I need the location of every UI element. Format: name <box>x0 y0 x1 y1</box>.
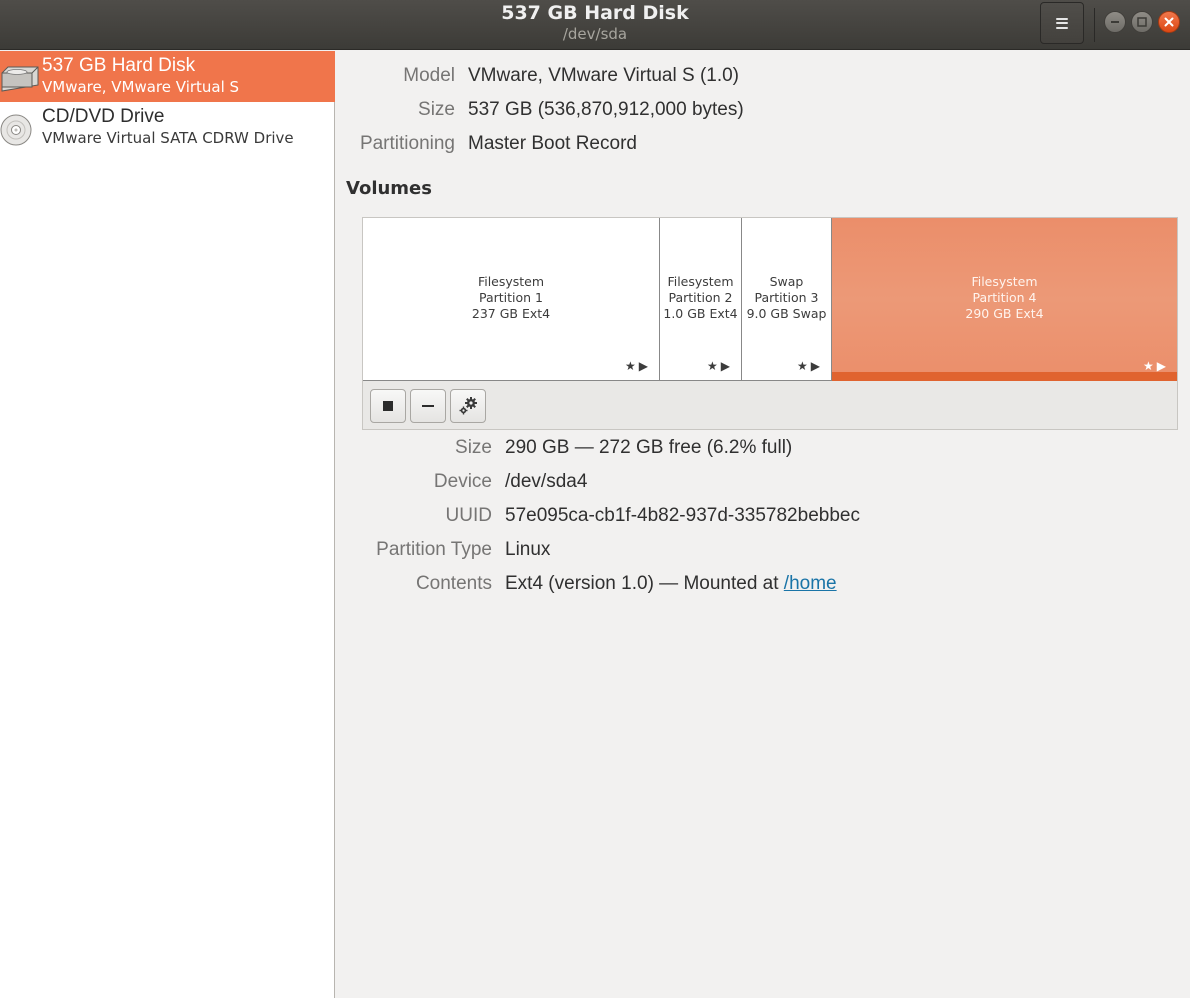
contents-value: Ext4 (version 1.0) — Mounted at /home <box>505 573 837 595</box>
partitioning-label: Partitioning <box>359 133 455 154</box>
contents-label: Contents <box>415 573 492 594</box>
partition-size: 237 GB Ext4 <box>471 306 551 321</box>
delete-partition-button[interactable] <box>410 389 446 423</box>
partition-type: Filesystem <box>971 274 1038 289</box>
partition-number: Partition 3 <box>754 290 819 305</box>
partition-2[interactable]: Filesystem Partition 2 1.0 GB Ext4 ★▶ <box>660 218 742 381</box>
disk-detail-panel: Model VMware, VMware Virtual S (1.0) Siz… <box>336 51 1190 998</box>
uuid-value: 57e095ca-cb1f-4b82-937d-335782bebbec <box>505 505 860 526</box>
volumes-grid: Filesystem Partition 1 237 GB Ext4 ★▶ Fi… <box>362 217 1178 430</box>
mount-point-link[interactable]: /home <box>784 573 837 594</box>
partition-number: Partition 1 <box>478 290 544 305</box>
partition-bar: Filesystem Partition 1 237 GB Ext4 ★▶ Fi… <box>363 218 1177 381</box>
stop-button[interactable] <box>370 389 406 423</box>
more-actions-button[interactable] <box>450 389 486 423</box>
star-play-icon: ★▶ <box>625 359 651 373</box>
hamburger-icon <box>1056 17 1068 29</box>
partition-label: Filesystem Partition 4 290 GB Ext4 <box>832 274 1177 322</box>
partition-label: Filesystem Partition 1 237 GB Ext4 <box>363 274 659 322</box>
partition-size-label: Size <box>455 437 492 458</box>
gears-icon <box>459 397 477 415</box>
partition-type-label: Partition Type <box>376 539 492 560</box>
drive-name: CD/DVD Drive <box>42 106 165 127</box>
star-play-icon: ★▶ <box>1143 359 1169 373</box>
minus-icon <box>422 405 434 407</box>
maximize-button[interactable] <box>1131 11 1153 33</box>
partition-type-value: Linux <box>505 539 551 560</box>
partition-label: Filesystem Partition 2 1.0 GB Ext4 <box>660 274 741 322</box>
optical-drive-icon <box>0 114 32 146</box>
sidebar-item-hard-disk[interactable]: 537 GB Hard Disk VMware, VMware Virtual … <box>0 51 335 102</box>
maximize-icon <box>1137 17 1147 27</box>
star-play-icon: ★▶ <box>797 359 823 373</box>
device-label: Device <box>433 471 492 492</box>
size-label: Size <box>418 99 455 120</box>
minimize-button[interactable] <box>1104 11 1126 33</box>
minimize-icon <box>1111 21 1119 23</box>
close-button[interactable] <box>1158 11 1180 33</box>
window-title: 537 GB Hard Disk <box>501 2 689 24</box>
star-play-icon: ★▶ <box>707 359 733 373</box>
partition-size-value: 290 GB — 272 GB free (6.2% full) <box>505 437 793 458</box>
drive-description: VMware, VMware Virtual S <box>42 78 240 96</box>
model-label: Model <box>403 65 455 86</box>
stop-icon <box>383 401 393 411</box>
header-separator <box>1094 8 1095 42</box>
partition-size: 290 GB Ext4 <box>965 306 1044 321</box>
hard-disk-icon <box>1 66 39 92</box>
window-subtitle: /dev/sda <box>562 25 628 43</box>
partition-type: Filesystem <box>477 274 545 289</box>
partition-number: Partition 2 <box>668 290 733 305</box>
partition-number: Partition 4 <box>972 290 1037 305</box>
partition-label: Swap Partition 3 9.0 GB Swap <box>742 274 831 322</box>
menu-button[interactable] <box>1040 2 1084 44</box>
usage-bar <box>832 372 1177 381</box>
header-bar: 537 GB Hard Disk /dev/sda <box>0 0 1190 50</box>
uuid-label: UUID <box>445 505 492 526</box>
drive-sidebar: 537 GB Hard Disk VMware, VMware Virtual … <box>0 51 335 998</box>
size-value: 537 GB (536,870,912,000 bytes) <box>468 99 744 120</box>
device-value: /dev/sda4 <box>505 471 588 492</box>
model-value: VMware, VMware Virtual S (1.0) <box>468 65 740 86</box>
sidebar-item-optical-drive[interactable]: CD/DVD Drive VMware Virtual SATA CDRW Dr… <box>0 102 335 153</box>
contents-text: Ext4 (version 1.0) — Mounted at <box>505 573 784 594</box>
partition-type: Filesystem <box>667 274 734 289</box>
drive-name: 537 GB Hard Disk <box>42 55 196 76</box>
partition-1[interactable]: Filesystem Partition 1 237 GB Ext4 ★▶ <box>363 218 660 381</box>
partition-3[interactable]: Swap Partition 3 9.0 GB Swap ★▶ <box>742 218 832 381</box>
partition-size: 9.0 GB Swap <box>746 306 827 321</box>
partition-4[interactable]: Filesystem Partition 4 290 GB Ext4 ★▶ <box>832 218 1177 381</box>
partitioning-value: Master Boot Record <box>468 133 637 154</box>
volume-toolbar <box>370 389 486 423</box>
drive-description: VMware Virtual SATA CDRW Drive <box>42 129 294 147</box>
partition-size: 1.0 GB Ext4 <box>663 306 738 321</box>
volumes-heading: Volumes <box>346 178 432 199</box>
partition-type: Swap <box>769 274 804 289</box>
close-icon <box>1164 17 1174 27</box>
